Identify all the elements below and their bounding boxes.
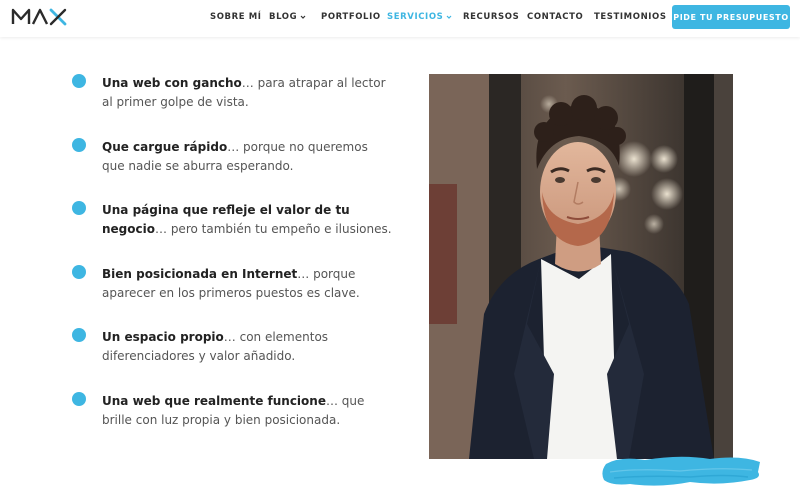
nav-label: CONTACTO [527,12,584,22]
feature-title: Una web con gancho [102,76,242,90]
feature-title: Un espacio propio [102,330,224,344]
brush-stroke [602,456,760,486]
feature-title: Que cargue rápido [102,140,228,154]
request-quote-button[interactable]: PIDE TU PRESUPUESTO [672,5,790,29]
feature-text: Un espacio propio… con elementos diferen… [102,328,392,366]
feature-text: Que cargue rápido… porque no queremos qu… [102,138,392,176]
nav-label: BLOG [269,12,298,22]
bullet-dot-icon [72,138,86,152]
feature-title: Bien posicionada en Internet [102,267,298,281]
feature-desc: … pero también tu empeño e ilusiones. [155,222,392,236]
portrait-photo [429,74,733,459]
nav-recursos[interactable]: RECURSOS [463,12,519,22]
bullet-dot-icon [72,74,86,88]
site-header: SOBRE MÍ BLOG PORTFOLIO SERVICIOS RECURS… [0,0,800,37]
bullet-dot-icon [72,201,86,215]
nav-label: SOBRE MÍ [210,12,262,22]
feature-text: Una web con gancho… para atrapar al lect… [102,74,392,112]
nav-contacto[interactable]: CONTACTO [527,12,583,22]
nav-label: RECURSOS [463,12,520,22]
feature-text: Una web que realmente funcione… que bril… [102,392,392,430]
chevron-down-icon [300,15,306,19]
nav-label: TESTIMONIOS [594,12,667,22]
nav-testimonios[interactable]: TESTIMONIOS [594,12,667,22]
nav-label: SERVICIOS [387,12,444,22]
bullet-dot-icon [72,328,86,342]
nav-blog[interactable]: BLOG [269,12,306,22]
nav-portfolio[interactable]: PORTFOLIO [321,12,381,22]
feature-title: Una web que realmente funcione [102,394,326,408]
bullet-dot-icon [72,392,86,406]
nav-label: PORTFOLIO [321,12,381,22]
chevron-down-icon [446,15,452,19]
logo[interactable] [11,6,67,28]
nav-servicios[interactable]: SERVICIOS [387,12,452,22]
feature-text: Una página que refleje el valor de tu ne… [102,201,392,239]
feature-text: Bien posicionada en Internet… porque apa… [102,265,392,303]
bullet-dot-icon [72,265,86,279]
nav-sobre-mi[interactable]: SOBRE MÍ [210,12,262,22]
